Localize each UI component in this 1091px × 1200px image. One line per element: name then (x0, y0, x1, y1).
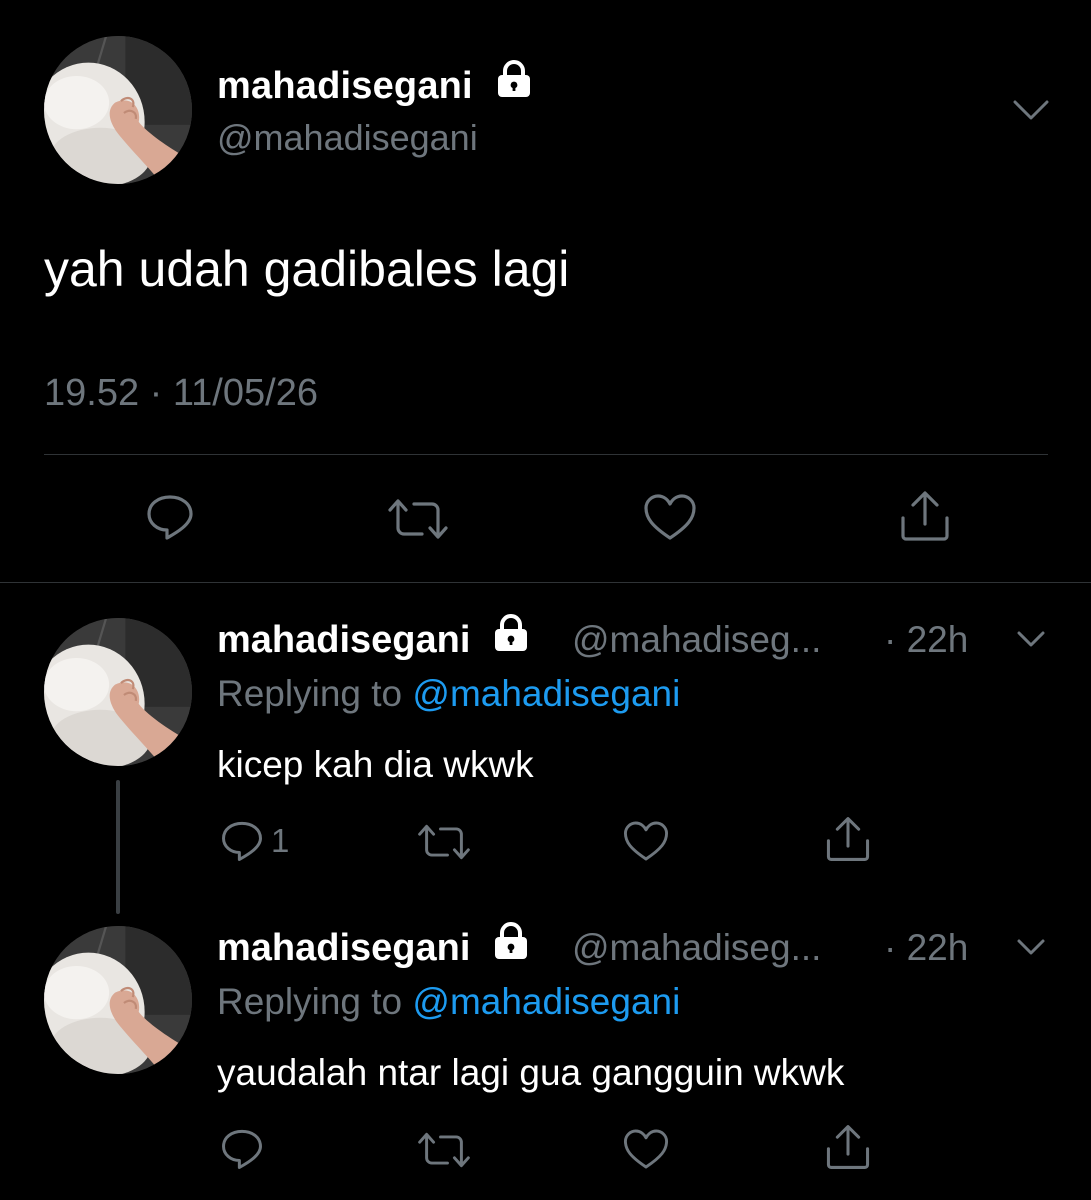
like-button[interactable] (622, 1127, 670, 1171)
divider (0, 582, 1091, 583)
retweet-icon (418, 1132, 470, 1168)
replying-to: Replying to @mahadisegani (217, 673, 680, 715)
replying-to: Replying to @mahadisegani (217, 981, 680, 1023)
display-name[interactable]: mahadisegani (217, 614, 531, 666)
replying-prefix: Replying to (217, 981, 413, 1022)
reply-button[interactable] (144, 492, 196, 542)
lock-icon (491, 922, 531, 970)
like-button[interactable] (622, 819, 670, 863)
like-icon (644, 494, 696, 540)
avatar[interactable] (44, 618, 192, 766)
like-icon (623, 1129, 669, 1169)
display-name-text: mahadisegani (217, 927, 471, 970)
thread-connector (116, 780, 120, 914)
reply-icon (222, 821, 262, 861)
display-name[interactable]: mahadisegani (217, 60, 534, 112)
lock-icon (491, 614, 531, 662)
tweet-time[interactable]: · 22h (884, 619, 968, 661)
mention-link[interactable]: @mahadisegani (412, 673, 680, 714)
share-button[interactable] (898, 488, 952, 544)
like-icon (623, 821, 669, 861)
tweet-time[interactable]: · 22h (884, 927, 968, 969)
retweet-icon (418, 824, 470, 860)
share-icon (826, 1125, 870, 1169)
avatar[interactable] (44, 36, 192, 184)
user-handle[interactable]: @mahadiseg... (572, 619, 821, 661)
retweet-button[interactable] (416, 1130, 472, 1170)
display-name[interactable]: mahadisegani (217, 922, 531, 974)
retweet-button[interactable] (416, 822, 472, 862)
chevron-down-icon[interactable] (1016, 936, 1046, 958)
lock-icon (494, 60, 534, 108)
display-name-text: mahadisegani (217, 65, 473, 108)
share-icon (826, 817, 870, 861)
display-name-text: mahadisegani (217, 619, 471, 662)
replying-prefix: Replying to (217, 673, 413, 714)
mention-link[interactable]: @mahadisegani (412, 981, 680, 1022)
tweet-timestamp[interactable]: 19.52 · 11/05/26 (44, 372, 318, 415)
avatar[interactable] (44, 926, 192, 1074)
share-icon (901, 491, 949, 541)
share-button[interactable] (824, 814, 872, 864)
reply-count: 1 (271, 822, 290, 859)
tweet-text: yaudalah ntar lagi gua gangguin wkwk (217, 1052, 845, 1093)
reply-button[interactable] (219, 1127, 271, 1171)
share-button[interactable] (824, 1122, 872, 1172)
user-handle[interactable]: @mahadiseg... (572, 927, 821, 969)
chevron-down-icon[interactable] (1016, 628, 1046, 650)
tweet-text: kicep kah dia wkwk (217, 744, 534, 785)
user-handle[interactable]: @mahadisegani (217, 117, 478, 159)
like-button[interactable] (642, 492, 698, 542)
chevron-down-icon[interactable] (1012, 96, 1050, 124)
reply-button[interactable]: 1 (219, 819, 289, 863)
divider (44, 454, 1048, 455)
reply-icon (222, 1129, 262, 1169)
retweet-icon (388, 499, 448, 539)
tweet-text: yah udah gadibales lagi (44, 241, 570, 297)
retweet-button[interactable] (386, 496, 450, 542)
reply-icon (147, 495, 193, 540)
